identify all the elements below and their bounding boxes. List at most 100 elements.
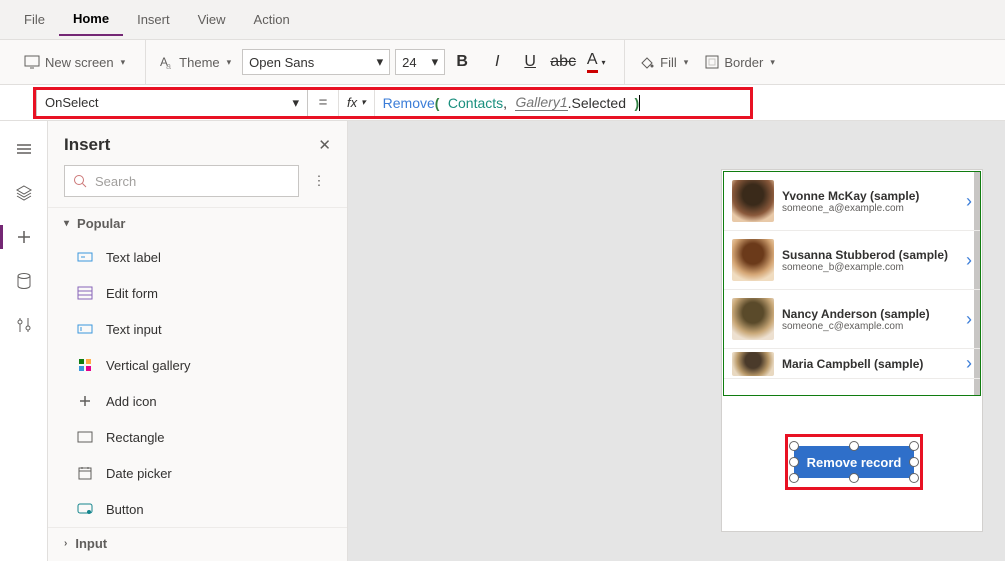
- search-icon: [73, 174, 87, 188]
- remove-record-button[interactable]: Remove record: [794, 446, 914, 478]
- gallery-row[interactable]: Maria Campbell (sample) ›: [724, 349, 980, 379]
- layers-tab[interactable]: [4, 173, 44, 213]
- formula-bar: OnSelect ▾ = fx ▾ Remove( Contacts, Gall…: [0, 85, 1005, 121]
- gallery-row[interactable]: Yvonne McKay (sample) someone_a@example.…: [724, 172, 980, 231]
- new-screen-label: New screen: [45, 55, 114, 70]
- equals-sign: =: [308, 94, 338, 111]
- border-button[interactable]: Border ▾: [699, 51, 781, 74]
- chevron-right-icon[interactable]: ›: [966, 250, 972, 271]
- contact-name: Maria Campbell (sample): [782, 357, 958, 371]
- contact-email: someone_c@example.com: [782, 321, 958, 332]
- section-input-header[interactable]: › Input: [48, 527, 347, 559]
- calendar-icon: [76, 464, 94, 482]
- resize-handle[interactable]: [909, 441, 919, 451]
- resize-handle[interactable]: [849, 473, 859, 483]
- bold-button[interactable]: B: [450, 48, 478, 76]
- resize-handle[interactable]: [909, 457, 919, 467]
- menu-home[interactable]: Home: [59, 3, 123, 36]
- chevron-down-icon: ▾: [361, 97, 366, 108]
- formula-fn: Remove: [383, 95, 435, 111]
- menu-file[interactable]: File: [10, 4, 59, 35]
- menu-insert[interactable]: Insert: [123, 4, 184, 35]
- item-label: Text label: [106, 250, 161, 265]
- italic-button[interactable]: I: [483, 48, 511, 76]
- insert-text-label[interactable]: Text label: [48, 239, 347, 275]
- resize-handle[interactable]: [849, 441, 859, 451]
- chevron-down-icon: ▾: [684, 57, 689, 68]
- insert-tab[interactable]: [4, 217, 44, 257]
- insert-add-icon[interactable]: Add icon: [48, 383, 347, 419]
- text-label-icon: [76, 248, 94, 266]
- insert-date-picker[interactable]: Date picker: [48, 455, 347, 491]
- resize-handle[interactable]: [789, 457, 799, 467]
- contact-email: someone_b@example.com: [782, 262, 958, 273]
- avatar-image: [732, 180, 774, 222]
- insert-edit-form[interactable]: Edit form: [48, 275, 347, 311]
- border-label: Border: [724, 55, 763, 70]
- item-label: Edit form: [106, 286, 158, 301]
- section-input-label: Input: [75, 536, 107, 551]
- menu-action[interactable]: Action: [240, 4, 304, 35]
- formula-input[interactable]: Remove( Contacts, Gallery1.Selected ): [375, 89, 997, 117]
- rectangle-icon: [76, 428, 94, 446]
- insert-text-input[interactable]: Text input: [48, 311, 347, 347]
- chevron-right-icon[interactable]: ›: [966, 309, 972, 330]
- new-screen-button[interactable]: New screen ▾: [18, 51, 131, 74]
- menu-view[interactable]: View: [184, 4, 240, 35]
- close-panel-button[interactable]: ✕: [318, 136, 331, 154]
- settings-tab[interactable]: [4, 305, 44, 345]
- button-text: Remove record: [807, 455, 902, 470]
- tree-view-tab[interactable]: [4, 129, 44, 169]
- gallery-row[interactable]: Susanna Stubberod (sample) someone_b@exa…: [724, 231, 980, 290]
- formula-arg2-prop: .Selected: [568, 95, 626, 111]
- chevron-down-icon: ▾: [432, 54, 439, 70]
- chevron-right-icon[interactable]: ›: [966, 191, 972, 212]
- border-icon: [705, 55, 719, 69]
- strikethrough-button[interactable]: abc: [549, 48, 577, 76]
- resize-handle[interactable]: [909, 473, 919, 483]
- ribbon: New screen ▾ Aa Theme ▾ Open Sans ▾ 24 ▾…: [0, 40, 1005, 85]
- data-tab[interactable]: [4, 261, 44, 301]
- font-color-button[interactable]: A▾: [582, 48, 610, 76]
- text-cursor: [639, 95, 640, 111]
- chevron-down-icon: ▾: [292, 95, 299, 111]
- screen-icon: [24, 55, 40, 69]
- contact-name: Nancy Anderson (sample): [782, 307, 958, 321]
- canvas[interactable]: Yvonne McKay (sample) someone_a@example.…: [348, 121, 1005, 561]
- insert-vertical-gallery[interactable]: Vertical gallery: [48, 347, 347, 383]
- left-rail: [0, 121, 48, 561]
- theme-button[interactable]: Aa Theme ▾: [154, 51, 237, 74]
- resize-handle[interactable]: [789, 441, 799, 451]
- item-label: Rectangle: [106, 430, 165, 445]
- insert-button[interactable]: Button: [48, 491, 347, 527]
- chevron-down-icon: ▾: [602, 58, 606, 67]
- selected-control[interactable]: Remove record: [794, 446, 914, 478]
- chevron-down-icon: ▾: [770, 57, 775, 68]
- theme-icon: Aa: [160, 55, 174, 69]
- search-input[interactable]: Search: [64, 165, 299, 197]
- button-icon: [76, 500, 94, 518]
- property-selector[interactable]: OnSelect ▾: [36, 89, 308, 117]
- more-options-button[interactable]: ⋮: [307, 173, 331, 189]
- menu-bar: File Home Insert View Action: [0, 0, 1005, 40]
- fx-button[interactable]: fx ▾: [338, 89, 375, 117]
- fx-icon: fx: [347, 95, 357, 110]
- underline-button[interactable]: U: [516, 48, 544, 76]
- chevron-right-icon[interactable]: ›: [966, 353, 972, 374]
- item-label: Date picker: [106, 466, 172, 481]
- item-label: Vertical gallery: [106, 358, 191, 373]
- item-label: Text input: [106, 322, 162, 337]
- gallery-row[interactable]: Nancy Anderson (sample) someone_c@exampl…: [724, 290, 980, 349]
- contact-email: someone_a@example.com: [782, 203, 958, 214]
- chevron-right-icon: ›: [64, 538, 67, 549]
- resize-handle[interactable]: [789, 473, 799, 483]
- insert-panel: Insert ✕ Search ⋮ ▾ Popular Text label E…: [48, 121, 348, 561]
- insert-rectangle[interactable]: Rectangle: [48, 419, 347, 455]
- gallery-control[interactable]: Yvonne McKay (sample) someone_a@example.…: [723, 171, 981, 396]
- font-family-select[interactable]: Open Sans ▾: [242, 49, 390, 75]
- font-size-select[interactable]: 24 ▾: [395, 49, 445, 75]
- fill-button[interactable]: Fill ▾: [633, 51, 694, 74]
- section-popular-header[interactable]: ▾ Popular: [48, 207, 347, 239]
- chevron-down-icon: ▾: [227, 57, 232, 68]
- item-label: Add icon: [106, 394, 157, 409]
